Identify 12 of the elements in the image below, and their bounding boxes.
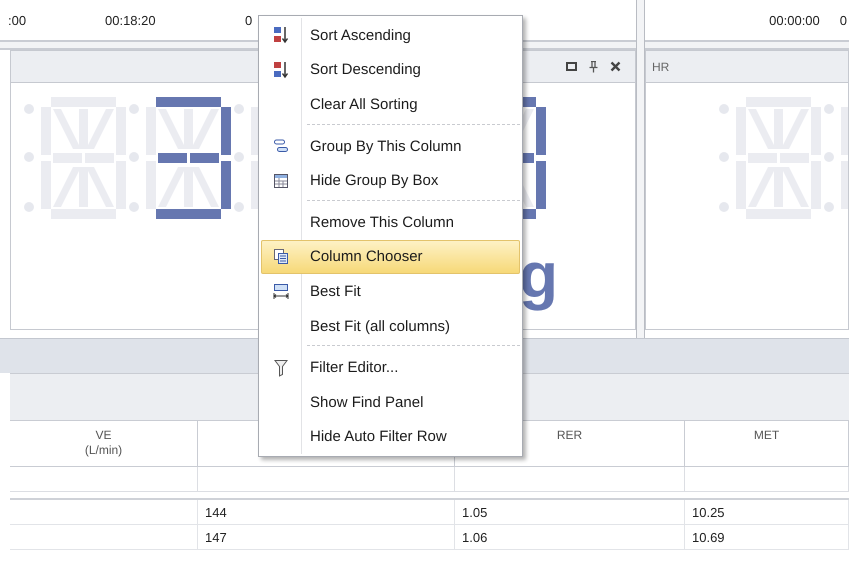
time-label: :00 [8, 12, 28, 28]
table-cell: 1.06 [455, 525, 685, 550]
panel-title: HR [652, 60, 670, 74]
table-cell: 10.69 [685, 525, 849, 550]
time-label: 00:00:00 [769, 12, 820, 28]
time-label: 0 [840, 12, 847, 28]
table-cell: 1.05 [455, 500, 685, 525]
table-cell: 144 [198, 500, 455, 525]
time-label: 0 [245, 12, 252, 28]
time-label: 00:18:20 [105, 12, 157, 28]
table-cell: 10.25 [685, 500, 849, 525]
table-cell: 147 [198, 525, 455, 550]
